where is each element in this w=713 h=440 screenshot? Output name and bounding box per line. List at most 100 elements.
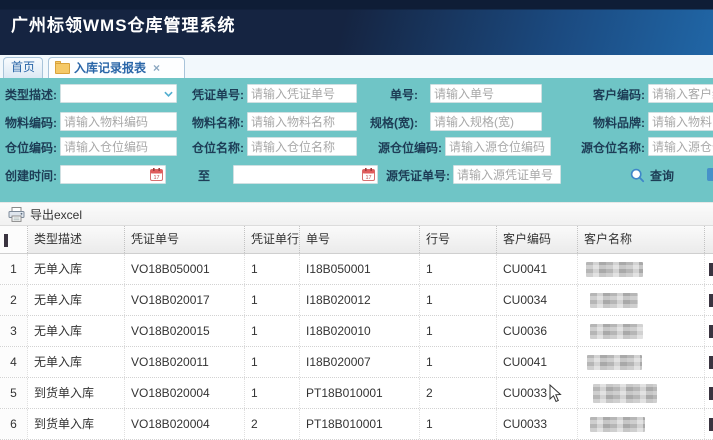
create-time-from-field[interactable]: 17: [60, 165, 166, 184]
table-row[interactable]: 4 无单入库 VO18B020011 1 I18B020007 1 CU0041: [0, 347, 713, 378]
source-bin-name-input[interactable]: [648, 137, 713, 156]
cell-type: 无单入库: [28, 285, 125, 315]
tab-label: 入库记录报表: [74, 59, 146, 78]
grid-toolbar: 导出excel: [0, 202, 713, 226]
cell-clipped: [705, 409, 713, 439]
export-excel-button[interactable]: 导出excel: [30, 206, 82, 223]
cell-clipped: [705, 316, 713, 346]
tab-home[interactable]: 首页: [3, 57, 43, 78]
to-label: 至: [188, 167, 220, 184]
table-row[interactable]: 5 到货单入库 VO18B020004 1 PT18B010001 2 CU00…: [0, 378, 713, 409]
cell-customer-name: [578, 316, 705, 346]
order-no-input[interactable]: [430, 84, 542, 103]
cell-voucher-line: 1: [245, 285, 300, 315]
cell-voucher-line: 1: [245, 347, 300, 377]
table-row[interactable]: 6 到货单入库 VO18B020004 2 PT18B010001 1 CU00…: [0, 409, 713, 440]
cell-line-no: 1: [420, 409, 497, 439]
table-row[interactable]: 1 无单入库 VO18B050001 1 I18B050001 1 CU0041: [0, 254, 713, 285]
cell-voucher-no: VO18B020011: [125, 347, 245, 377]
clipped-column-content: [709, 325, 713, 338]
tab-bar: 首页 入库记录报表 ×: [0, 55, 713, 78]
spec-width-input[interactable]: [430, 112, 542, 131]
table-row[interactable]: 2 无单入库 VO18B020017 1 I18B020012 1 CU0034: [0, 285, 713, 316]
cell-voucher-no: VO18B020004: [125, 409, 245, 439]
cell-voucher-line: 1: [245, 254, 300, 284]
clipped-column-content: [709, 418, 713, 431]
clipped-column-content: [709, 263, 713, 276]
cell-customer-code: CU0041: [497, 347, 578, 377]
material-brand-input[interactable]: [648, 112, 713, 131]
row-index: 6: [0, 409, 28, 439]
redacted-customer-name: [590, 324, 643, 339]
cell-voucher-line: 1: [245, 378, 300, 408]
cell-line-no: 2: [420, 378, 497, 408]
customer-code-input[interactable]: [648, 84, 713, 103]
material-brand-label: 物料品牌:: [573, 114, 645, 133]
col-header-customer-name: 客户名称: [578, 226, 705, 253]
svg-text:17: 17: [153, 175, 159, 181]
cell-order-no: I18B020012: [300, 285, 420, 315]
cell-voucher-line: 1: [245, 316, 300, 346]
folder-icon: [55, 63, 70, 74]
cell-customer-name: [578, 378, 705, 408]
clipped-toolbar-icon[interactable]: [707, 168, 713, 181]
inbound-records-table: 类型描述 凭证单号 凭证单行号 单号 行号 客户编码 客户名称 1 无单入库 V…: [0, 226, 713, 440]
cell-type: 到货单入库: [28, 378, 125, 408]
col-header-customer-code: 客户编码: [497, 226, 578, 253]
cell-customer-name: [578, 285, 705, 315]
create-time-to-field[interactable]: 17: [233, 165, 378, 184]
source-voucher-input[interactable]: [453, 165, 561, 184]
table-header-row: 类型描述 凭证单号 凭证单行号 单号 行号 客户编码 客户名称: [0, 226, 713, 254]
bin-name-input[interactable]: [247, 137, 357, 156]
cell-order-no: PT18B010001: [300, 378, 420, 408]
row-index: 4: [0, 347, 28, 377]
col-header-order-no: 单号: [300, 226, 420, 253]
close-icon[interactable]: ×: [153, 59, 160, 78]
cell-customer-code: CU0036: [497, 316, 578, 346]
redacted-customer-name: [593, 384, 657, 403]
bin-code-input[interactable]: [60, 137, 177, 156]
voucher-no-label: 凭证单号:: [180, 86, 244, 105]
order-no-label: 单号:: [362, 86, 418, 105]
voucher-no-input[interactable]: [247, 84, 357, 103]
bin-code-label: 仓位编码:: [2, 139, 57, 158]
cell-customer-name: [578, 347, 705, 377]
cell-order-no: I18B050001: [300, 254, 420, 284]
source-bin-code-input[interactable]: [445, 137, 551, 156]
cell-voucher-no: VO18B050001: [125, 254, 245, 284]
calendar-icon[interactable]: 17: [150, 168, 163, 181]
type-desc-label: 类型描述:: [2, 86, 57, 105]
material-name-input[interactable]: [247, 112, 357, 131]
col-header-type: 类型描述: [28, 226, 125, 253]
cell-line-no: 1: [420, 254, 497, 284]
cell-order-no: I18B020010: [300, 316, 420, 346]
tab-inbound-report[interactable]: 入库记录报表 ×: [48, 57, 185, 78]
search-button[interactable]: 查询: [630, 166, 696, 184]
magnifier-icon: [630, 168, 645, 183]
spec-width-label: 规格(宽):: [362, 114, 418, 133]
cell-type: 无单入库: [28, 316, 125, 346]
table-row[interactable]: 3 无单入库 VO18B020015 1 I18B020010 1 CU0036: [0, 316, 713, 347]
cell-customer-code: CU0033: [497, 409, 578, 439]
type-desc-select[interactable]: [60, 84, 177, 103]
source-bin-code-label: 源仓位编码:: [352, 139, 442, 158]
cell-customer-code: CU0033: [497, 378, 578, 408]
cell-customer-code: CU0034: [497, 285, 578, 315]
cell-customer-code: CU0041: [497, 254, 578, 284]
cell-voucher-no: VO18B020004: [125, 378, 245, 408]
material-code-input[interactable]: [60, 112, 177, 131]
app-header: 广州标领WMS仓库管理系统: [0, 0, 713, 55]
cell-clipped: [705, 285, 713, 315]
clipped-column-content: [709, 294, 713, 307]
printer-icon: [8, 207, 25, 222]
cell-type: 无单入库: [28, 347, 125, 377]
cell-customer-name: [578, 409, 705, 439]
redacted-customer-name: [590, 417, 645, 432]
create-time-label: 创建时间:: [2, 167, 57, 186]
material-name-label: 物料名称:: [180, 114, 244, 133]
cell-voucher-no: VO18B020015: [125, 316, 245, 346]
col-header-line-no: 行号: [420, 226, 497, 253]
clipped-column-content: [709, 356, 713, 369]
cell-customer-name: [578, 254, 705, 284]
create-time-to-input[interactable]: [233, 165, 378, 184]
